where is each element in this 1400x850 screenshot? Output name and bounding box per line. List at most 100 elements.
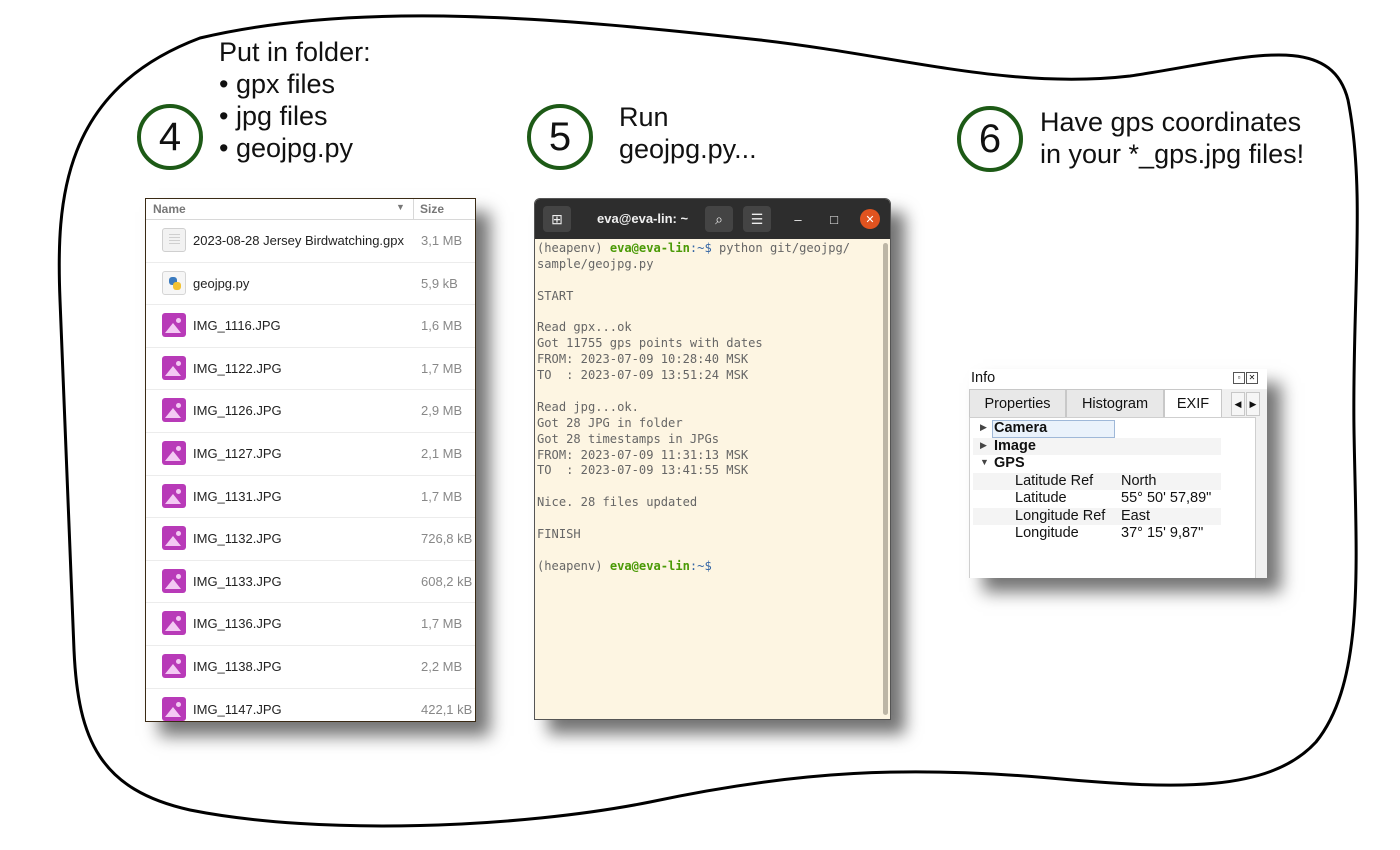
- file-size: 1,6 MB: [421, 318, 463, 334]
- file-name: IMG_1131.JPG: [193, 488, 282, 504]
- gps-row-latitude[interactable]: Latitude 55° 50' 57,89": [973, 490, 1221, 508]
- tab-properties[interactable]: Properties: [969, 389, 1066, 417]
- group-label: Image: [994, 437, 1036, 454]
- step-5-text: Run geojpg.py...: [619, 101, 757, 165]
- command-line: (heapenv) eva@eva-lin:~$ python git/geoj…: [537, 241, 877, 257]
- name-column-header[interactable]: Name: [153, 202, 186, 216]
- file-row[interactable]: IMG_1138.JPG 2,2 MB: [146, 646, 475, 689]
- file-row[interactable]: 2023-08-28 Jersey Birdwatching.gpx 3,1 MB: [146, 220, 475, 263]
- terminal-titlebar: ⊞ eva@eva-lin: ~ ⌕ ☰ – □ ✕: [535, 199, 890, 239]
- file-row[interactable]: IMG_1132.JPG 726,8 kB: [146, 518, 475, 561]
- new-tab-button[interactable]: ⊞: [543, 206, 571, 232]
- output-line: TO : 2023-07-09 13:51:24 MSK: [537, 368, 749, 383]
- output-line: FINISH: [537, 527, 581, 542]
- gps-row-longitude[interactable]: Longitude 37° 15' 9,87": [973, 525, 1221, 543]
- terminal-title: eva@eva-lin: ~: [597, 211, 689, 226]
- image-file-icon: [162, 611, 186, 636]
- file-size: 422,1 kB: [421, 701, 473, 717]
- command-text: python git/geojpg/: [711, 241, 851, 255]
- maximize-button[interactable]: □: [824, 209, 844, 229]
- tree-group-gps[interactable]: ▼ GPS: [973, 455, 1221, 473]
- image-file-icon: [162, 440, 186, 465]
- python-file-icon: [162, 270, 186, 295]
- file-row[interactable]: IMG_1127.JPG 2,1 MB: [146, 433, 475, 476]
- field-value: 37° 15' 9,87": [1121, 525, 1204, 541]
- tab-histogram[interactable]: Histogram: [1066, 389, 1164, 417]
- group-label: GPS: [994, 455, 1025, 471]
- file-row[interactable]: IMG_1122.JPG 1,7 MB: [146, 348, 475, 391]
- file-row[interactable]: IMG_1126.JPG 2,9 MB: [146, 390, 475, 433]
- maximize-icon: □: [830, 211, 838, 227]
- file-size: 1,7 MB: [421, 488, 463, 504]
- tree-group-camera[interactable]: ▶ Camera: [973, 420, 1221, 438]
- tab-exif[interactable]: EXIF: [1164, 389, 1222, 418]
- file-row[interactable]: IMG_1131.JPG 1,7 MB: [146, 476, 475, 519]
- expand-arrow-icon[interactable]: ▶: [980, 440, 987, 451]
- file-row[interactable]: geojpg.py 5,9 kB: [146, 263, 475, 306]
- output-line: Got 11755 gps points with dates: [537, 336, 763, 351]
- prompt-env: (heapenv): [537, 558, 610, 573]
- file-row[interactable]: IMG_1116.JPG 1,6 MB: [146, 305, 475, 348]
- file-name: IMG_1132.JPG: [193, 531, 282, 547]
- step-4-line-4: • geojpg.py: [219, 133, 354, 163]
- tab-scroll-left-button[interactable]: ◀: [1231, 392, 1245, 416]
- file-name: IMG_1122.JPG: [193, 360, 282, 376]
- file-row[interactable]: IMG_1133.JPG 608,2 kB: [146, 561, 475, 604]
- terminal-window: ⊞ eva@eva-lin: ~ ⌕ ☰ – □ ✕ (heapenv) eva…: [534, 198, 891, 720]
- step-4-text: Put in folder: • gpx files • jpg files •…: [219, 36, 371, 164]
- menu-button[interactable]: ☰: [743, 206, 771, 232]
- close-button[interactable]: ✕: [860, 209, 880, 229]
- image-file-icon: [162, 696, 186, 721]
- step-5-circle: 5: [527, 104, 593, 170]
- file-name: IMG_1138.JPG: [193, 658, 282, 674]
- step-4-line-2: • gpx files: [219, 69, 336, 99]
- file-size: 3,1 MB: [421, 233, 463, 248]
- image-file-icon: [162, 653, 186, 678]
- column-separator[interactable]: [413, 199, 414, 219]
- close-icon: ✕: [865, 213, 875, 226]
- tree-group-image[interactable]: ▶ Image: [973, 437, 1221, 455]
- step-6-circle: 6: [957, 106, 1023, 172]
- step-6-text: Have gps coordinates in your *_gps.jpg f…: [1040, 106, 1304, 170]
- close-panel-icon[interactable]: ✕: [1246, 372, 1258, 384]
- gps-row-longitude-ref[interactable]: Longitude Ref East: [973, 507, 1221, 525]
- minimize-button[interactable]: –: [788, 209, 808, 229]
- search-button[interactable]: ⌕: [705, 206, 733, 232]
- exif-scrollbar[interactable]: [1255, 417, 1267, 578]
- file-row[interactable]: IMG_1147.JPG 422,1 kB: [146, 689, 475, 721]
- image-file-icon: [162, 355, 186, 380]
- prompt-path: :~$: [689, 241, 712, 255]
- chevron-right-icon: ▶: [1249, 398, 1257, 409]
- hamburger-menu-icon: ☰: [750, 210, 764, 227]
- prompt-user: eva@eva-lin: [609, 558, 690, 573]
- sort-descending-icon[interactable]: ▼: [396, 202, 405, 212]
- file-row[interactable]: IMG_1136.JPG 1,7 MB: [146, 603, 475, 646]
- size-column-header[interactable]: Size: [420, 202, 444, 216]
- step-6-line-1: Have gps coordinates: [1040, 107, 1302, 137]
- step-4-line-3: • jpg files: [219, 101, 328, 131]
- prompt-user: eva@eva-lin: [609, 241, 690, 255]
- file-list: 2023-08-28 Jersey Birdwatching.gpx 3,1 MB…: [146, 220, 475, 721]
- image-file-icon: [162, 313, 186, 338]
- terminal-scrollbar[interactable]: [883, 243, 888, 715]
- float-panel-icon[interactable]: ▫: [1233, 372, 1245, 384]
- search-icon: ⌕: [715, 210, 723, 227]
- output-line: Read gpx...ok: [537, 320, 632, 335]
- tab-scroll-right-button[interactable]: ▶: [1246, 392, 1260, 416]
- field-key: Latitude Ref: [1015, 472, 1094, 489]
- gps-row-latitude-ref[interactable]: Latitude Ref North: [973, 472, 1221, 490]
- output-line: Got 28 JPG in folder: [537, 415, 683, 430]
- file-size: 1,7 MB: [421, 616, 463, 632]
- info-panel: Info ▫ ✕ Properties Histogram EXIF ◀ ▶ ▶…: [969, 369, 1267, 578]
- expand-arrow-icon[interactable]: ▶: [980, 422, 987, 433]
- file-size: 1,7 MB: [421, 360, 463, 376]
- collapse-arrow-icon[interactable]: ▼: [980, 457, 989, 467]
- terminal-output[interactable]: (heapenv) eva@eva-lin:~$ python git/geoj…: [537, 241, 877, 575]
- group-label: Camera: [994, 420, 1048, 436]
- field-key: Latitude: [1015, 490, 1067, 506]
- file-size: 608,2 kB: [421, 573, 473, 589]
- output-line: Got 28 timestamps in JPGs: [537, 431, 720, 446]
